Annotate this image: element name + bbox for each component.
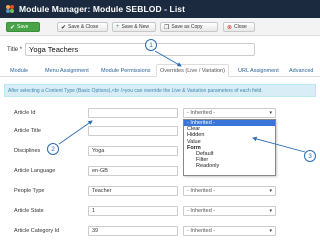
save-new-label: Save & New: [121, 24, 150, 30]
people-type-input[interactable]: Teacher: [88, 186, 178, 196]
chevron-down-icon: ▾: [269, 228, 272, 234]
article-category-id-select[interactable]: - Inherited - ▾: [183, 226, 276, 236]
title-input[interactable]: Yoga Teachers: [25, 43, 255, 56]
save-close-label: Save & Close: [68, 24, 99, 30]
callout-1: 1: [145, 39, 157, 51]
title-row: Title * Yoga Teachers: [7, 43, 255, 56]
people-type-select-value: - Inherited -: [187, 188, 216, 194]
disciplines-input[interactable]: Yoga: [88, 146, 178, 156]
tab-bar: Module Menu Assignment Module Permission…: [0, 64, 320, 77]
people-type-select[interactable]: - Inherited - ▾: [183, 186, 276, 196]
toolbar: ✔ Save ✔ Save & Close + Save & New ❐ Save as…: [0, 18, 320, 36]
article-category-id-select-value: - Inherited -: [187, 228, 216, 234]
save-label: Save: [17, 24, 29, 30]
copy-icon: ❐: [164, 24, 170, 31]
callout-2: 2: [47, 143, 59, 155]
tab-module[interactable]: Module: [7, 64, 31, 77]
info-alert: After selecting a Content Type (Basic Op…: [4, 84, 316, 97]
dropdown-option-readonly[interactable]: Readonly: [184, 163, 275, 169]
joomla-logo-icon: [5, 4, 15, 14]
plus-icon: +: [116, 24, 120, 30]
tab-module-permissions[interactable]: Module Permissions: [98, 64, 154, 77]
check-icon: ✔: [61, 24, 67, 31]
save-copy-button[interactable]: ❐ Save as Copy: [160, 22, 218, 32]
check-icon: ✔: [10, 24, 16, 31]
label-article-state: Article State: [14, 208, 44, 214]
article-state-select[interactable]: - Inherited - ▾: [183, 206, 276, 216]
label-disciplines: Disciplines: [14, 148, 41, 154]
variation-dropdown[interactable]: - Inherited - Clear Hidden Value Form De…: [183, 119, 276, 176]
label-people-type: People Type: [14, 188, 45, 194]
app-header: Module Manager: Module SEBLOD - List: [0, 0, 320, 18]
page-title: Module Manager: Module SEBLOD - List: [19, 4, 186, 14]
tab-menu-assignment[interactable]: Menu Assignment: [42, 64, 92, 77]
article-state-input[interactable]: 1: [88, 206, 178, 216]
save-new-button[interactable]: + Save & New: [112, 22, 156, 32]
article-id-select[interactable]: - Inherited - ▾: [183, 108, 276, 118]
label-article-id: Article Id: [14, 110, 36, 116]
save-button[interactable]: ✔ Save: [6, 22, 40, 32]
close-label: Close: [234, 24, 247, 30]
chevron-down-icon: ▾: [269, 188, 272, 194]
chevron-down-icon: ▾: [269, 110, 272, 116]
close-icon: ⊗: [227, 24, 233, 31]
article-category-id-input[interactable]: 39: [88, 226, 178, 236]
close-button[interactable]: ⊗ Close: [223, 22, 255, 32]
article-id-select-value: - Inherited -: [187, 110, 216, 116]
chevron-down-icon: ▾: [269, 208, 272, 214]
tab-overrides[interactable]: Overrides (Live / Variation): [156, 64, 230, 77]
label-article-language: Article Language: [14, 168, 56, 174]
article-language-input[interactable]: en-GB: [88, 166, 178, 176]
tab-advanced[interactable]: Advanced: [286, 64, 316, 77]
save-close-button[interactable]: ✔ Save & Close: [57, 22, 108, 32]
tab-url-assignment[interactable]: URL Assignment: [235, 64, 282, 77]
label-article-title: Article Title: [14, 128, 41, 134]
label-article-category-id: Article Category Id: [14, 228, 60, 234]
article-id-input[interactable]: [88, 108, 178, 118]
article-state-select-value: - Inherited -: [187, 208, 216, 214]
article-title-input[interactable]: [88, 126, 178, 136]
title-label: Title *: [7, 46, 23, 53]
callout-3: 3: [304, 150, 316, 162]
save-copy-label: Save as Copy: [171, 24, 203, 30]
